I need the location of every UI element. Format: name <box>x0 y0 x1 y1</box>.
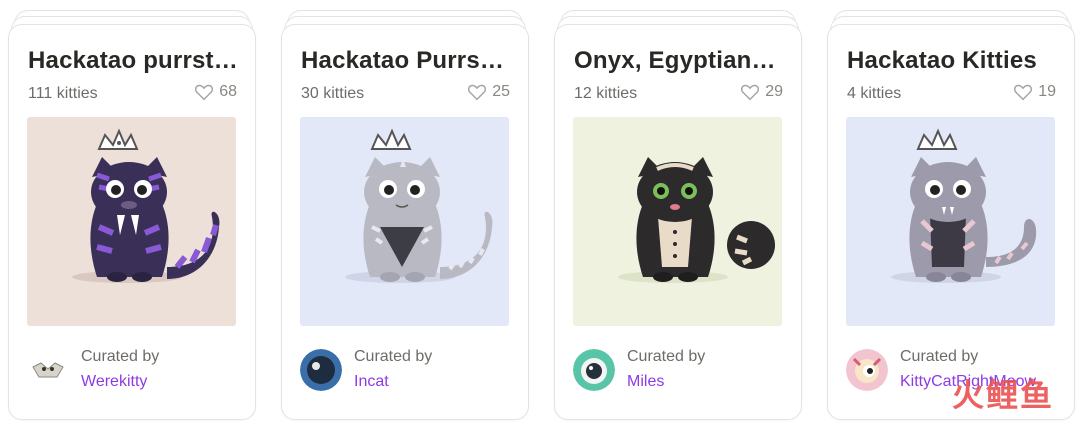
card-body[interactable]: Hackatao Purrst… 30 kitties 25 Curated b… <box>281 24 529 420</box>
curator-link[interactable]: Werekitty <box>81 371 159 393</box>
kitty-count: 4 kitties <box>847 85 902 102</box>
curated-by-label: Curated by <box>627 348 706 365</box>
kitty-count: 12 kitties <box>574 85 638 102</box>
kitty-image[interactable] <box>300 117 509 326</box>
avatar[interactable] <box>27 349 69 391</box>
kitty-image[interactable] <box>27 117 236 326</box>
kitty-image[interactable] <box>846 117 1055 326</box>
curated-by-label: Curated by <box>81 348 160 365</box>
curated-by-label: Curated by <box>900 348 979 365</box>
like-count: 29 <box>765 83 783 100</box>
kitty-count: 30 kitties <box>301 85 365 102</box>
like-button[interactable]: 29 <box>740 83 783 101</box>
curator-section: Curated by Werekitty <box>27 347 159 393</box>
kitty-illustration <box>846 117 1055 326</box>
heart-icon <box>195 84 214 101</box>
like-count: 19 <box>1038 83 1056 100</box>
curated-by-label: Curated by <box>354 348 433 365</box>
curator-link[interactable]: Incat <box>354 371 432 393</box>
heart-icon <box>1014 84 1033 101</box>
heart-icon <box>468 84 487 101</box>
curator-link[interactable]: Miles <box>627 371 705 393</box>
collection-card[interactable]: Hackatao purrst… 111 kitties 68 Curated … <box>8 10 256 420</box>
like-button[interactable]: 19 <box>1013 83 1056 101</box>
heart-icon <box>741 84 760 101</box>
like-button[interactable]: 68 <box>194 83 237 101</box>
card-body[interactable]: Hackatao Kitties 4 kitties 19 Curated by… <box>827 24 1075 420</box>
collection-title[interactable]: Hackatao Kitties <box>847 47 1058 75</box>
avatar[interactable] <box>573 349 615 391</box>
avatar[interactable] <box>300 349 342 391</box>
kitty-illustration <box>573 117 782 326</box>
curator-section: Curated by Miles <box>573 347 705 393</box>
collection-card[interactable]: Onyx, Egyptiank… 12 kitties 29 Curated b… <box>554 10 802 420</box>
kitty-count: 111 kitties <box>28 85 98 102</box>
kitty-illustration <box>300 117 509 326</box>
curator-section: Curated by Incat <box>300 347 432 393</box>
collection-card[interactable]: Hackatao Kitties 4 kitties 19 Curated by… <box>827 10 1075 420</box>
like-count: 68 <box>219 83 237 100</box>
kitty-illustration <box>27 117 236 326</box>
collection-card[interactable]: Hackatao Purrst… 30 kitties 25 Curated b… <box>281 10 529 420</box>
collection-title[interactable]: Onyx, Egyptiank… <box>574 47 785 75</box>
card-body[interactable]: Hackatao purrst… 111 kitties 68 Curated … <box>8 24 256 420</box>
collection-title[interactable]: Hackatao purrst… <box>28 47 239 75</box>
like-count: 25 <box>492 83 510 100</box>
like-button[interactable]: 25 <box>467 83 510 101</box>
card-body[interactable]: Onyx, Egyptiank… 12 kitties 29 Curated b… <box>554 24 802 420</box>
kitty-image[interactable] <box>573 117 782 326</box>
avatar[interactable] <box>846 349 888 391</box>
collection-title[interactable]: Hackatao Purrst… <box>301 47 512 75</box>
watermark: 火鲤鱼 <box>951 376 1054 414</box>
